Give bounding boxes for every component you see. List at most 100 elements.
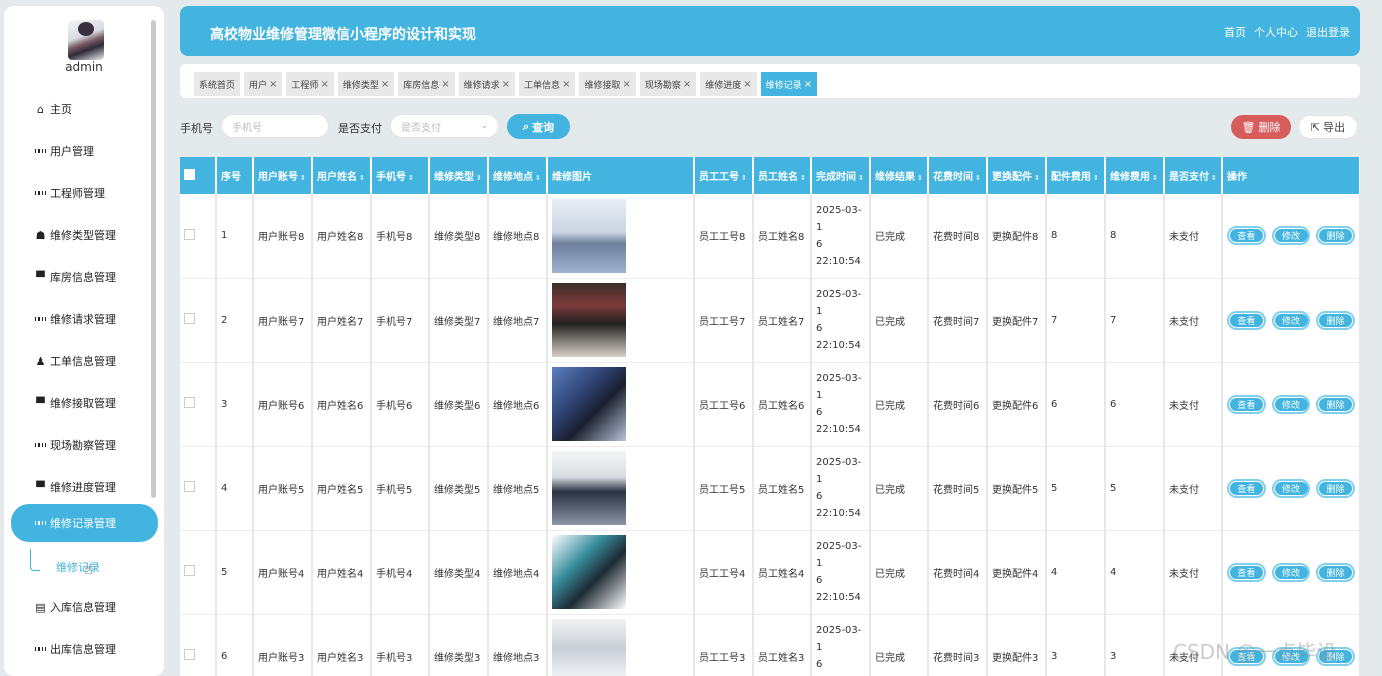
tab-site-survey[interactable]: 现场勘察 × — [639, 72, 697, 96]
col-spent[interactable]: 花费时间 ⇕ — [928, 157, 988, 194]
repair-photo[interactable] — [552, 451, 626, 525]
sidebar-item-engineers[interactable]: 工程师管理 — [11, 174, 158, 212]
close-icon[interactable]: × — [683, 79, 691, 90]
tab-repair-requests[interactable]: 维修请求 × — [458, 72, 516, 96]
view-button[interactable]: 查看 — [1227, 478, 1266, 498]
edit-button[interactable]: 修改 — [1271, 478, 1311, 498]
view-button[interactable]: 查看 — [1227, 394, 1266, 414]
sidebar-item-repair-types[interactable]: ☗ 维修类型管理 — [11, 216, 158, 254]
cell-fee: 7 — [1105, 278, 1165, 363]
view-button[interactable]: 查看 — [1227, 310, 1266, 330]
cell-emp-name: 员工姓名3 — [753, 614, 812, 676]
col-no[interactable]: 序号 — [216, 157, 254, 194]
cell-image[interactable] — [547, 446, 695, 531]
col-fee[interactable]: 维修费用 ⇕ — [1105, 157, 1165, 194]
row-checkbox[interactable] — [180, 614, 217, 676]
sidebar-item-users[interactable]: 用户管理 — [11, 132, 158, 170]
tab-users[interactable]: 用户 × — [244, 72, 283, 96]
sidebar-item-warehouse[interactable]: ▀ 库房信息管理 — [11, 258, 158, 296]
delete-row-button[interactable]: 删除 — [1316, 310, 1356, 330]
cell-image[interactable] — [547, 614, 695, 676]
view-button[interactable]: 查看 — [1227, 226, 1266, 246]
close-icon[interactable]: × — [269, 79, 277, 90]
edit-button[interactable]: 修改 — [1271, 394, 1311, 414]
row-checkbox[interactable] — [180, 362, 217, 447]
tab-work-orders[interactable]: 工单信息 × — [519, 72, 576, 96]
sidebar-item-repair-requests[interactable]: 维修请求管理 — [11, 300, 158, 338]
col-phone[interactable]: 手机号 ⇕ — [371, 157, 430, 194]
sidebar-item-stock-in[interactable]: ▤ 入库信息管理 — [11, 588, 158, 626]
row-checkbox[interactable] — [180, 278, 217, 363]
sidebar-subitem-repair-records[interactable]: 维修记录 — [56, 559, 100, 575]
repair-photo[interactable] — [552, 619, 626, 676]
edit-button[interactable]: 修改 — [1271, 562, 1311, 582]
close-icon[interactable]: × — [320, 79, 328, 90]
col-paid[interactable]: 是否支付 ⇕ — [1164, 157, 1223, 194]
row-checkbox[interactable] — [180, 446, 217, 531]
edit-button[interactable]: 修改 — [1271, 310, 1311, 330]
close-icon[interactable]: × — [562, 79, 570, 90]
sidebar-item-stock-out[interactable]: 出库信息管理 — [11, 630, 158, 668]
tab-repair-progress[interactable]: 维修进度 × — [700, 72, 757, 96]
cell-part: 更换配件3 — [987, 614, 1047, 676]
sidebar-item-repair-records[interactable]: 维修记录管理 — [11, 504, 158, 542]
cell-image[interactable] — [547, 194, 695, 279]
cell-image[interactable] — [547, 278, 695, 363]
col-finish-time[interactable]: 完成时间 ⇕ — [811, 157, 871, 194]
repair-photo[interactable] — [552, 198, 626, 273]
col-emp-name[interactable]: 员工姓名 ⇕ — [753, 157, 812, 194]
repair-photo[interactable] — [552, 535, 626, 609]
row-checkbox[interactable] — [180, 530, 217, 615]
batch-delete-button[interactable]: 🗑 删除 — [1231, 115, 1291, 139]
close-icon[interactable]: × — [502, 79, 510, 90]
delete-row-button[interactable]: 删除 — [1316, 478, 1356, 498]
tab-label: 工单信息 — [524, 80, 561, 91]
delete-row-button[interactable]: 删除 — [1316, 394, 1356, 414]
close-icon[interactable]: × — [743, 79, 751, 90]
col-type[interactable]: 维修类型 ⇕ — [429, 157, 489, 194]
row-checkbox[interactable] — [180, 194, 217, 279]
repair-photo[interactable] — [552, 367, 626, 441]
col-emp-id[interactable]: 员工工号 ⇕ — [694, 157, 754, 194]
edit-button[interactable]: 修改 — [1271, 226, 1311, 246]
sidebar-item-site-survey[interactable]: 现场勘察管理 — [11, 426, 158, 464]
home-link[interactable]: 首页 — [1224, 24, 1246, 40]
cell-spent: 花费时间3 — [928, 614, 988, 676]
sidebar-item-home[interactable]: ⌂ 主页 — [11, 90, 158, 128]
sidebar-item-repair-accept[interactable]: ▀ 维修接取管理 — [11, 384, 158, 422]
tab-repair-types[interactable]: 维修类型 × — [337, 72, 395, 96]
close-icon[interactable]: × — [441, 79, 449, 90]
cell-image[interactable] — [547, 530, 695, 615]
cell-phone: 手机号8 — [371, 194, 430, 279]
tab-repair-records[interactable]: 维修记录 × — [760, 72, 818, 96]
export-button[interactable]: ⇱ 导出 — [1298, 115, 1358, 139]
view-button[interactable]: 查看 — [1227, 562, 1266, 582]
cell-image[interactable] — [547, 362, 695, 447]
profile-link[interactable]: 个人中心 — [1254, 24, 1298, 40]
col-name[interactable]: 用户姓名 ⇕ — [312, 157, 372, 194]
col-result[interactable]: 维修结果 ⇕ — [870, 157, 929, 194]
select-all-checkbox[interactable] — [180, 157, 217, 194]
col-part[interactable]: 更换配件 ⇕ — [987, 157, 1047, 194]
search-button[interactable]: ⌕ 查询 — [507, 114, 570, 139]
tab-repair-accept[interactable]: 维修接取 × — [579, 72, 636, 96]
delete-row-button[interactable]: 删除 — [1316, 226, 1356, 246]
delete-row-button[interactable]: 删除 — [1316, 562, 1356, 582]
phone-search-input[interactable]: 手机号 — [221, 114, 329, 138]
sidebar-item-repair-progress[interactable]: ▀ 维修进度管理 — [11, 468, 158, 506]
col-account[interactable]: 用户账号 ⇕ — [253, 157, 313, 194]
tab-warehouse[interactable]: 库房信息 × — [398, 72, 455, 96]
avatar[interactable] — [68, 20, 104, 60]
logout-link[interactable]: 退出登录 — [1306, 24, 1350, 40]
col-place[interactable]: 维修地点 ⇕ — [488, 157, 548, 194]
col-part-fee[interactable]: 配件费用 ⇕ — [1046, 157, 1106, 194]
repair-photo[interactable] — [552, 283, 626, 357]
close-icon[interactable]: × — [622, 79, 630, 90]
tab-home[interactable]: 系统首页 — [194, 72, 241, 96]
tab-engineers[interactable]: 工程师 × — [286, 72, 334, 96]
cell-result: 已完成 — [870, 194, 929, 279]
close-icon[interactable]: × — [804, 79, 812, 90]
sidebar-item-work-orders[interactable]: ♟ 工单信息管理 — [11, 342, 158, 380]
paid-select[interactable]: 是否支付 ⌄ — [390, 114, 499, 138]
close-icon[interactable]: × — [381, 79, 389, 90]
